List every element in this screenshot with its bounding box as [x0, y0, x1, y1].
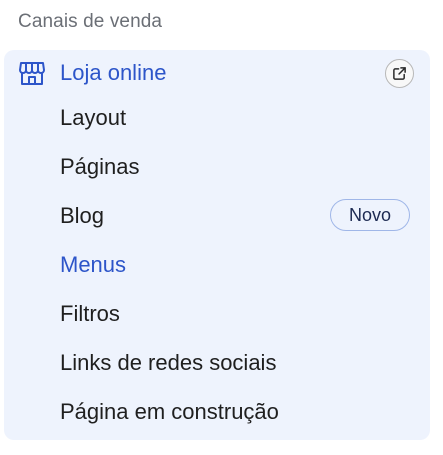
nav-item-label: Blog: [60, 203, 105, 228]
nav-item-filtros[interactable]: Filtros: [4, 292, 430, 336]
nav-item-label: Filtros: [60, 301, 120, 326]
channel-label: Loja online: [60, 60, 167, 85]
open-store-button[interactable]: [385, 59, 414, 88]
nav-item-menus[interactable]: Menus: [4, 243, 430, 287]
nav-item-paginas[interactable]: Páginas: [4, 145, 430, 189]
new-badge: Novo: [330, 199, 410, 231]
external-link-icon: [393, 67, 406, 80]
nav-item-label: Links de redes sociais: [60, 350, 277, 375]
channel-loja-online[interactable]: Loja online: [4, 50, 430, 96]
nav-item-label: Layout: [60, 105, 127, 130]
nav-item-label: Menus: [60, 252, 127, 277]
nav-item-blog[interactable]: Blog Novo: [4, 194, 430, 238]
nav-item-links-redes-sociais[interactable]: Links de redes sociais: [4, 341, 430, 385]
store-icon: [19, 62, 45, 85]
sales-channel-panel: Loja online Layout Páginas Blog Novo Men…: [4, 50, 430, 440]
nav-item-label: Página em construção: [60, 399, 279, 424]
nav-item-layout[interactable]: Layout: [4, 96, 430, 140]
nav-item-label: Páginas: [60, 154, 140, 179]
section-title: Canais de venda: [18, 11, 163, 32]
nav-item-pagina-em-construcao[interactable]: Página em construção: [4, 390, 430, 434]
